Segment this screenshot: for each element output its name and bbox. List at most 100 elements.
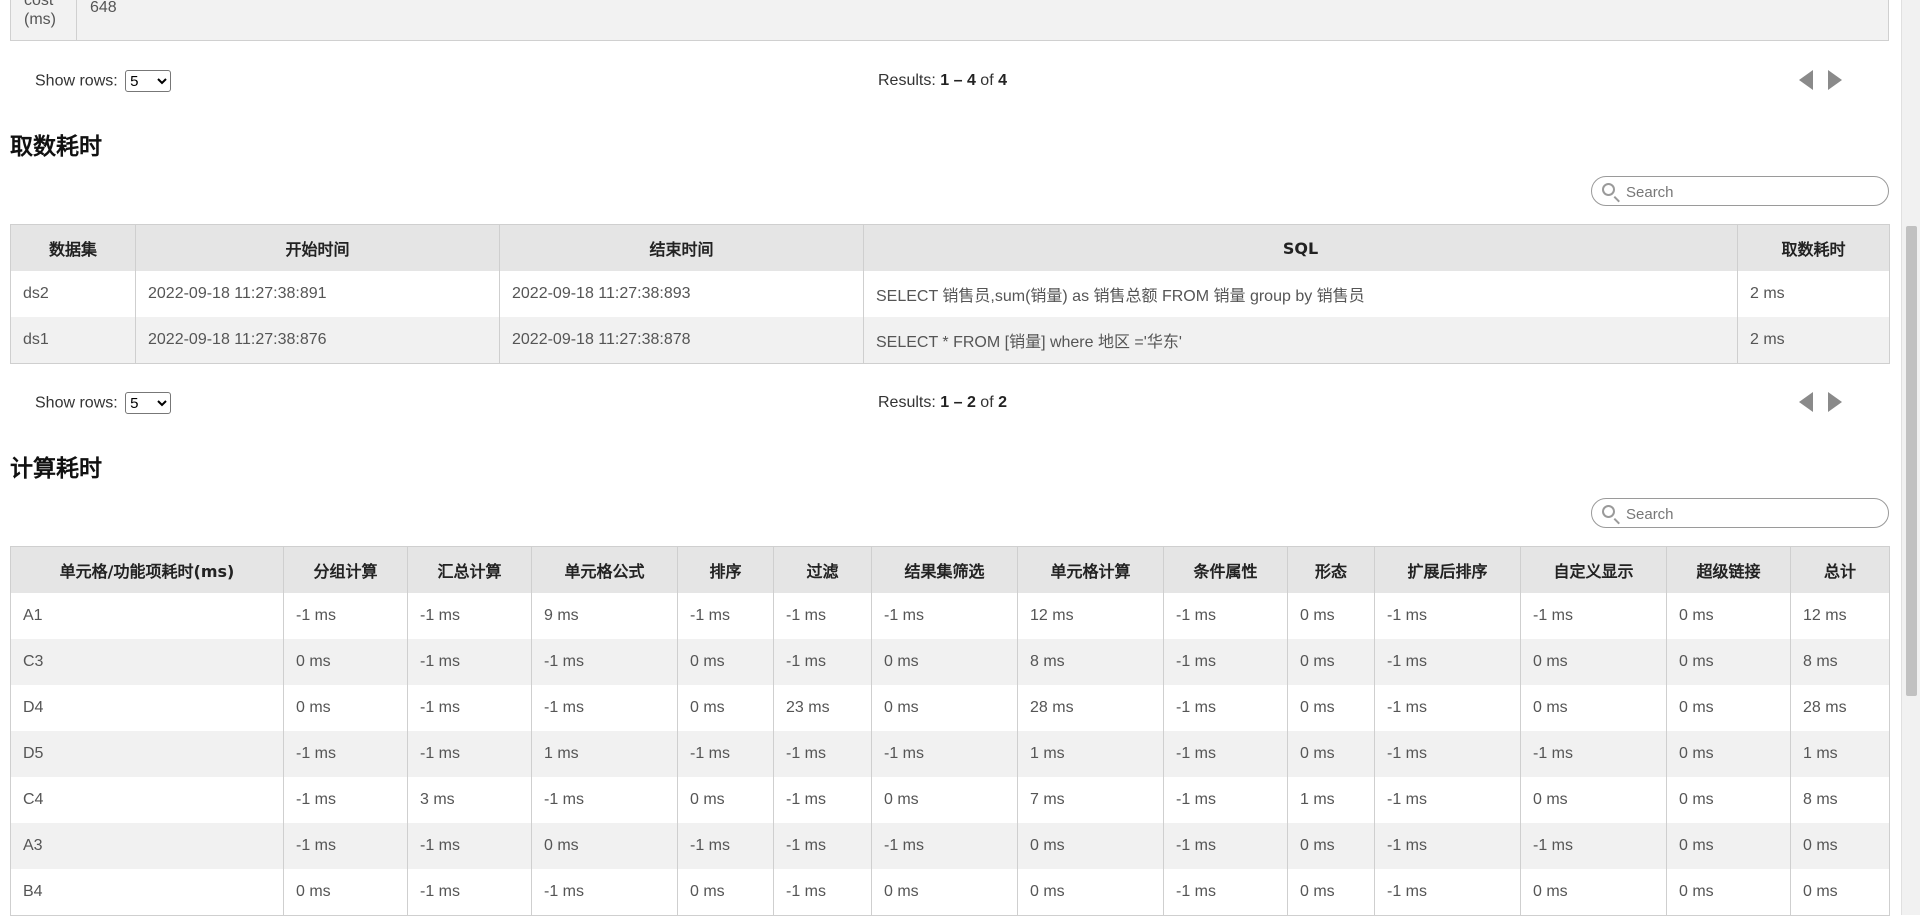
table-cell: 0 ms [1287,593,1375,639]
scrollbar-thumb[interactable] [1906,226,1917,696]
table-cell: 0 ms [677,639,774,685]
table-cell: 2 ms [1737,317,1890,364]
table-cell: 3 ms [407,777,532,823]
show-rows-control: Show rows: 5 [35,70,172,92]
table-cell: 0 ms [677,685,774,731]
prev-page-icon[interactable] [1799,392,1813,412]
table-cell: -1 ms [1163,823,1288,869]
table-cell: B4 [10,869,284,916]
table-cell: -1 ms [773,823,872,869]
table-row: C3 0 ms -1 ms -1 ms 0 ms -1 ms 0 ms 8 ms -1 ms 0 … [10,639,1890,685]
table-row: ds1 2022-09-18 11:27:38:876 2022-09-18 1… [10,317,1890,364]
fetch-table: 数据集 开始时间 结束时间 SQL 取数耗时 ds2 2022-09-18 11… [10,224,1890,364]
column-header[interactable]: 单元格计算 [1017,546,1164,593]
table-cell: 0 ms [283,639,408,685]
table-cell: -1 ms [1163,731,1288,777]
column-header[interactable]: 数据集 [10,224,136,271]
table-header-row: 单元格/功能项耗时(ms) 分组计算 汇总计算 单元格公式 排序 过滤 结果集筛选 单元格计算… [10,546,1890,593]
calc-section-title: 计算耗时 [10,456,102,482]
table-cell: 0 ms [1287,731,1375,777]
next-page-icon[interactable] [1828,392,1842,412]
table-row: ds2 2022-09-18 11:27:38:891 2022-09-18 1… [10,271,1890,317]
table-cell: 0 ms [1666,639,1791,685]
table-cell: -1 ms [283,593,408,639]
column-header[interactable]: 超级链接 [1666,546,1791,593]
table-cell: -1 ms [531,685,678,731]
table-cell: -1 ms [531,869,678,916]
row-label-line: cost [24,0,54,9]
column-header[interactable]: 汇总计算 [407,546,532,593]
table-cell: -1 ms [677,731,774,777]
fetch-search-box[interactable] [1591,176,1889,206]
results-total: 2 [998,394,1007,411]
table-cell: -1 ms [1163,593,1288,639]
table-cell: 23 ms [773,685,872,731]
table-cell: 0 ms [1520,639,1667,685]
table-cell: 0 ms [1287,823,1375,869]
column-header[interactable]: 结束时间 [499,224,864,271]
table-cell: 0 ms [1287,639,1375,685]
column-header[interactable]: SQL [863,224,1738,271]
row-label-line: (ms) [24,11,56,28]
table-cell: 1 ms [1017,731,1164,777]
table-cell: 0 ms [1520,685,1667,731]
table-cell: 0 ms [1666,731,1791,777]
table-row: D5 -1 ms -1 ms 1 ms -1 ms -1 ms -1 ms 1 ms -1 ms… [10,731,1890,777]
fetch-search-input[interactable] [1624,181,1883,203]
table-cell: 8 ms [1790,777,1890,823]
vertical-scrollbar[interactable] [1901,0,1920,915]
column-header[interactable]: 过滤 [773,546,872,593]
next-page-icon[interactable] [1828,70,1842,90]
table-cell: 0 ms [1666,593,1791,639]
table-cell: -1 ms [1163,777,1288,823]
table-cell: 2022-09-18 11:27:38:891 [135,271,500,317]
table-cell: ds1 [10,317,136,364]
prev-page-icon[interactable] [1799,70,1813,90]
calc-search-input[interactable] [1624,503,1883,525]
column-header[interactable]: 形态 [1287,546,1375,593]
table-cell: -1 ms [1374,639,1521,685]
column-header[interactable]: 自定义显示 [1520,546,1667,593]
column-header[interactable]: 排序 [677,546,774,593]
column-header[interactable]: 单元格/功能项耗时(ms) [10,546,284,593]
fetch-section-title: 取数耗时 [10,134,102,160]
table-cell: 28 ms [1017,685,1164,731]
table-cell: ds2 [10,271,136,317]
table-cell: -1 ms [1520,593,1667,639]
table-cell: 9 ms [531,593,678,639]
table-cell: 7 ms [1017,777,1164,823]
column-header[interactable]: 条件属性 [1163,546,1288,593]
column-header[interactable]: 取数耗时 [1737,224,1890,271]
column-header[interactable]: 扩展后排序 [1374,546,1521,593]
rows-per-page-select[interactable]: 5 [125,70,172,92]
table-cell: -1 ms [283,823,408,869]
table-cell: -1 ms [773,777,872,823]
column-header[interactable]: 单元格公式 [531,546,678,593]
table-cell: -1 ms [407,869,532,916]
table-cell: 0 ms [1520,777,1667,823]
column-header[interactable]: 开始时间 [135,224,500,271]
column-header[interactable]: 结果集筛选 [871,546,1018,593]
row-label-cell: cost (ms) [11,0,77,40]
rows-per-page-select[interactable]: 5 [125,392,172,414]
table-cell: 0 ms [677,869,774,916]
table-cell: SELECT 销售员,sum(销量) as 销售总额 FROM 销量 group… [863,271,1738,317]
table-cell: 0 ms [1790,823,1890,869]
table-cell: 2022-09-18 11:27:38:893 [499,271,864,317]
table-cell: 2022-09-18 11:27:38:876 [135,317,500,364]
column-header[interactable]: 分组计算 [283,546,408,593]
table-cell: 1 ms [531,731,678,777]
show-rows-control: Show rows: 5 [35,392,172,414]
table-cell: 0 ms [677,777,774,823]
show-rows-label: Show rows: [35,394,118,412]
table-cell: C4 [10,777,284,823]
column-header[interactable]: 总计 [1790,546,1890,593]
results-range: 1 – 4 [940,72,976,89]
table-cell: -1 ms [773,639,872,685]
table-header-row: 数据集 开始时间 结束时间 SQL 取数耗时 [10,224,1890,271]
calc-search-box[interactable] [1591,498,1889,528]
results-total: 4 [998,72,1007,89]
table-cell: 8 ms [1790,639,1890,685]
table-cell: -1 ms [773,869,872,916]
table-cell: A3 [10,823,284,869]
